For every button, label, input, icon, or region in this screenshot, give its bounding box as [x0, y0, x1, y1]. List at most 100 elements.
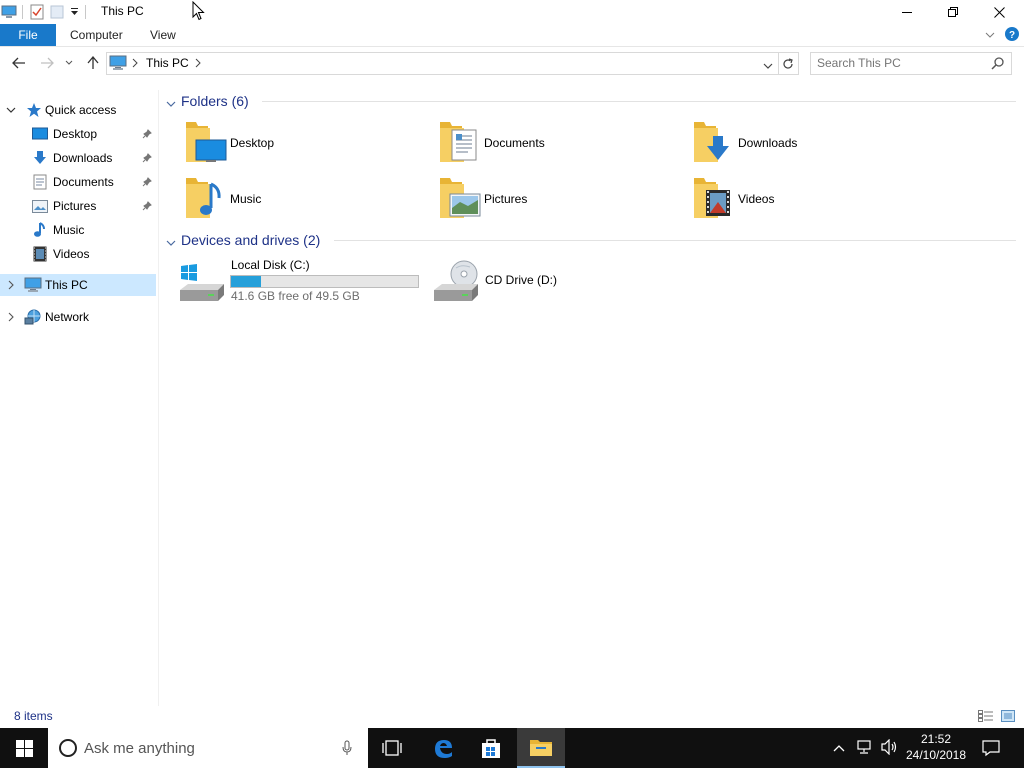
disk-usage-bar: [230, 275, 419, 288]
new-folder-icon[interactable]: [47, 2, 67, 22]
quick-access-toolbar: [0, 0, 90, 24]
folder-tile-downloads[interactable]: Downloads: [692, 118, 932, 168]
nav-label: Music: [53, 223, 85, 237]
drive-label: Local Disk (C:): [231, 258, 310, 272]
drive-tile-cd-drive[interactable]: CD Drive (D:): [432, 256, 682, 306]
nav-item-desktop[interactable]: Desktop: [0, 123, 156, 145]
drive-label: CD Drive (D:): [485, 273, 557, 287]
folder-tile-music[interactable]: Music: [184, 174, 424, 224]
cd-drive-icon: [432, 258, 480, 306]
qat-separator: [85, 5, 86, 19]
breadcrumb-separator-icon: [132, 57, 138, 71]
address-dropdown-icon[interactable]: [763, 59, 773, 73]
collapse-chevron-icon[interactable]: [166, 97, 176, 111]
title-bar: [0, 0, 1024, 24]
desktop-icon: [32, 126, 48, 142]
pin-icon[interactable]: [142, 176, 152, 188]
nav-label: Pictures: [53, 199, 97, 213]
folder-tile-desktop[interactable]: Desktop: [184, 118, 424, 168]
start-button[interactable]: [0, 728, 48, 768]
nav-item-documents[interactable]: Documents: [0, 171, 156, 193]
recent-locations-dropdown-icon[interactable]: [62, 52, 76, 74]
nav-item-downloads[interactable]: Downloads: [0, 147, 156, 169]
folder-tile-videos[interactable]: Videos: [692, 174, 932, 224]
address-bar[interactable]: This PC: [106, 52, 779, 75]
expand-ribbon-chevron-icon[interactable]: [984, 29, 996, 41]
store-button[interactable]: [467, 728, 515, 768]
folders-group-header[interactable]: Folders (6): [166, 91, 249, 111]
pictures-folder-icon: [438, 174, 486, 222]
downloads-folder-icon: [692, 118, 740, 166]
nav-item-videos[interactable]: Videos: [0, 243, 156, 265]
search-input[interactable]: [817, 55, 977, 71]
large-icons-view-icon[interactable]: [1001, 710, 1015, 725]
pin-icon[interactable]: [142, 128, 152, 140]
pictures-icon: [32, 198, 48, 214]
svg-text:?: ?: [1009, 30, 1015, 41]
details-view-icon[interactable]: [978, 710, 994, 725]
minimize-button[interactable]: [884, 0, 930, 24]
cortana-search-box[interactable]: Ask me anything: [48, 728, 368, 768]
clock-date: 24/10/2018: [905, 748, 967, 762]
file-explorer-taskbar-button[interactable]: [517, 728, 565, 768]
music-icon: [32, 222, 48, 238]
star-icon: [26, 102, 42, 118]
this-pc-icon: [24, 277, 42, 293]
restore-button[interactable]: [930, 0, 976, 24]
action-center-icon[interactable]: [982, 739, 1000, 760]
group-title: Folders (6): [181, 93, 249, 109]
nav-label: Network: [45, 310, 90, 324]
back-button[interactable]: [8, 52, 30, 74]
refresh-button[interactable]: [778, 52, 799, 75]
collapse-chevron-icon[interactable]: [166, 236, 176, 250]
nav-item-music[interactable]: Music: [0, 219, 156, 241]
close-button[interactable]: [976, 0, 1022, 24]
breadcrumb-chevron-icon[interactable]: [195, 57, 201, 71]
nav-label: Videos: [53, 247, 90, 261]
documents-folder-icon: [438, 118, 486, 166]
local-disk-icon: [178, 258, 226, 306]
volume-icon[interactable]: [880, 738, 898, 758]
show-hidden-icons-chevron-icon[interactable]: [833, 741, 845, 755]
up-button[interactable]: [82, 52, 104, 74]
drive-tile-local-disk[interactable]: Local Disk (C:) 41.6 GB free of 49.5 GB: [178, 256, 428, 306]
customize-qat-dropdown-icon[interactable]: [67, 2, 81, 22]
tab-file[interactable]: File: [0, 24, 56, 46]
computer-app-icon[interactable]: [0, 2, 18, 22]
folder-tile-documents[interactable]: Documents: [438, 118, 678, 168]
expanded-chevron-icon[interactable]: [6, 105, 16, 115]
task-view-button[interactable]: [368, 728, 416, 768]
search-icon[interactable]: [991, 57, 1004, 73]
qat-separator: [22, 5, 23, 19]
collapsed-chevron-icon[interactable]: [6, 312, 16, 322]
edge-browser-button[interactable]: [419, 728, 467, 768]
group-title: Devices and drives (2): [181, 232, 321, 248]
drives-group-header[interactable]: Devices and drives (2): [166, 230, 320, 250]
search-box[interactable]: [810, 52, 1012, 75]
mouse-cursor-icon: [192, 0, 205, 24]
help-icon[interactable]: ?: [1005, 27, 1019, 41]
microphone-icon[interactable]: [342, 740, 352, 759]
nav-quick-access[interactable]: Quick access: [0, 99, 156, 121]
tile-label: Music: [230, 192, 262, 206]
tab-view[interactable]: View: [150, 24, 176, 46]
taskbar-clock[interactable]: 21:52 24/10/2018: [900, 731, 972, 763]
music-folder-icon: [184, 174, 232, 222]
nav-item-pictures[interactable]: Pictures: [0, 195, 156, 217]
this-pc-icon: [109, 55, 127, 71]
breadcrumb-this-pc[interactable]: This PC: [146, 56, 189, 70]
forward-button[interactable]: [36, 52, 58, 74]
nav-this-pc[interactable]: This PC: [0, 274, 156, 296]
tab-computer[interactable]: Computer: [70, 24, 123, 46]
group-divider: [334, 240, 1016, 241]
videos-folder-icon: [692, 174, 740, 222]
folder-tile-pictures[interactable]: Pictures: [438, 174, 678, 224]
collapsed-chevron-icon[interactable]: [6, 280, 16, 290]
pin-icon[interactable]: [142, 152, 152, 164]
tile-label: Pictures: [484, 192, 528, 206]
nav-network[interactable]: Network: [0, 306, 156, 328]
properties-icon[interactable]: [27, 2, 47, 22]
network-tray-icon[interactable]: [856, 739, 874, 758]
pin-icon[interactable]: [142, 200, 152, 212]
tile-label: Downloads: [738, 136, 798, 150]
